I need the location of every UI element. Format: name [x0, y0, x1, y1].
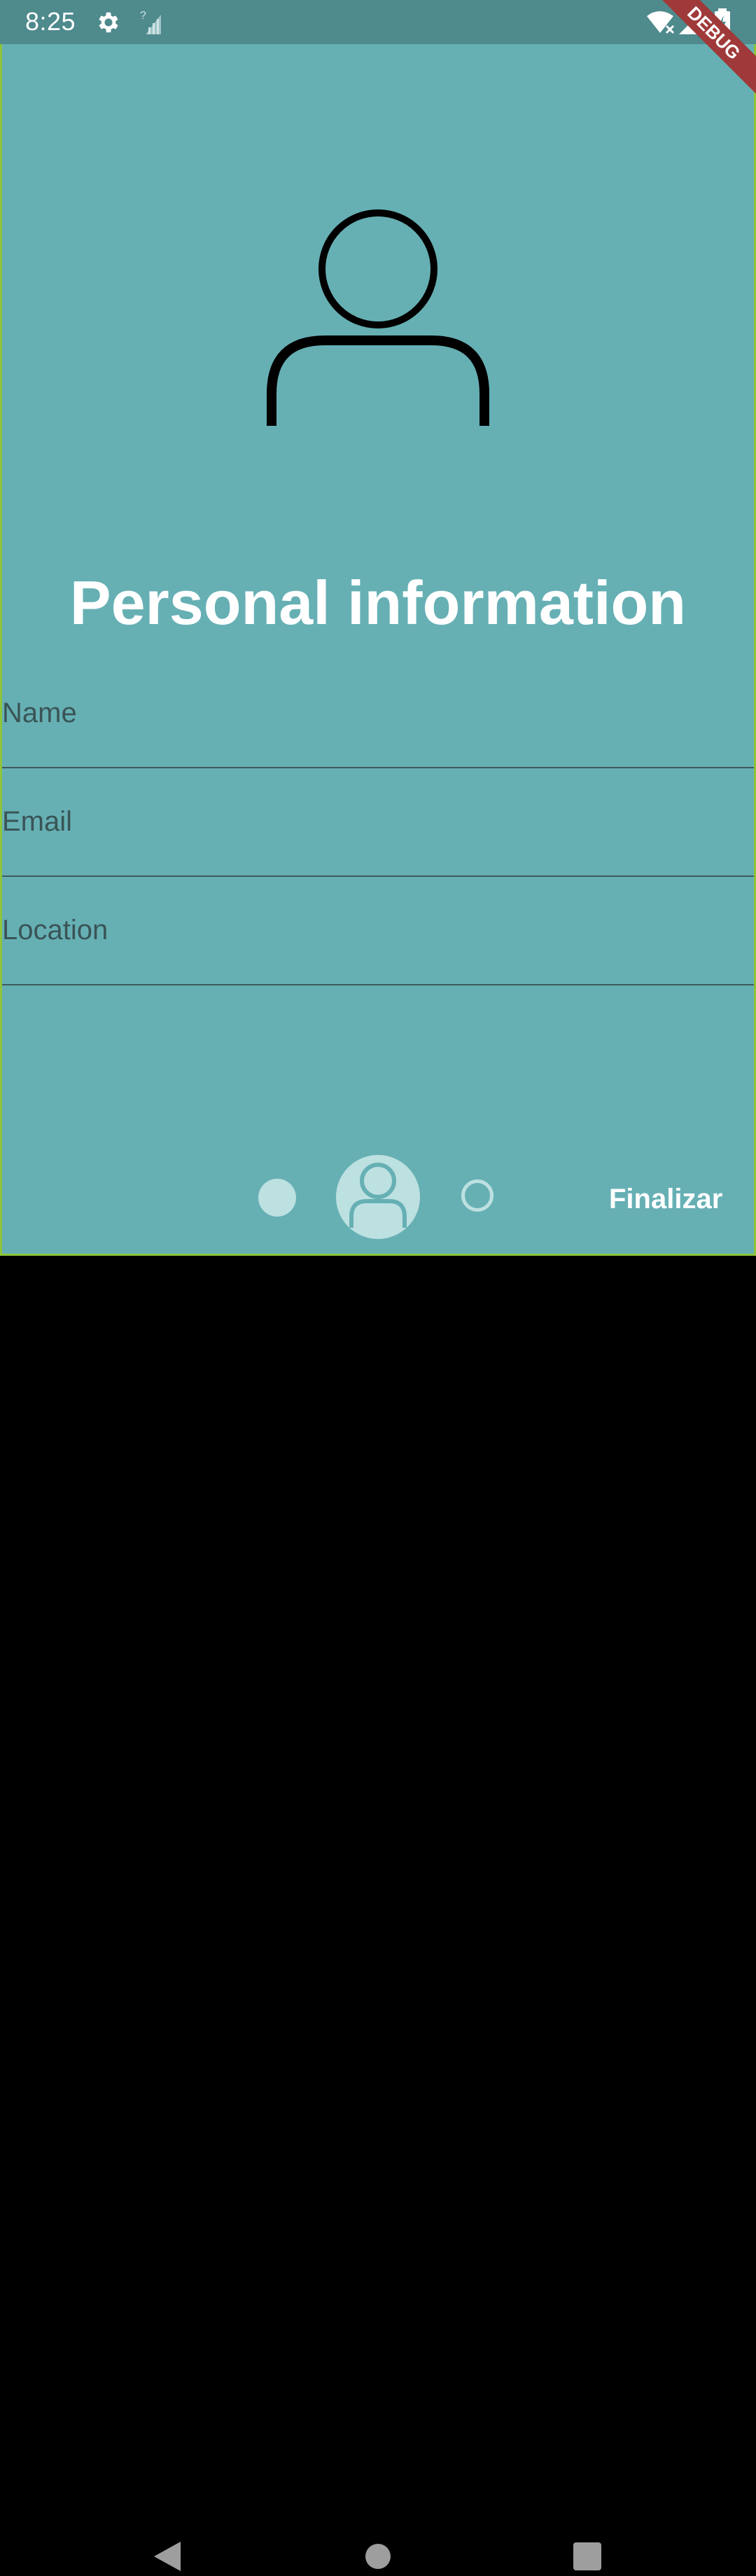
email-field[interactable]: Email [2, 767, 756, 877]
location-field[interactable]: Location [2, 875, 756, 985]
name-field[interactable]: Name [2, 658, 756, 768]
name-input[interactable] [2, 658, 756, 768]
finish-button[interactable]: Finalizar [609, 1184, 722, 1215]
home-button[interactable] [364, 2542, 392, 2574]
app-screen: 8:25 ? DEBUG Personal information Name E… [0, 0, 756, 1256]
page-indicator-3[interactable] [461, 1179, 493, 1212]
person-outline-icon [266, 207, 490, 431]
page-title: Personal information [69, 568, 687, 637]
recents-button[interactable] [573, 2542, 602, 2575]
system-nav-bar [0, 1256, 756, 2571]
location-input[interactable] [2, 875, 756, 985]
wifi-off-icon [645, 9, 676, 39]
page-indicator-1[interactable] [258, 1179, 296, 1217]
person-icon [349, 1163, 407, 1228]
signal-unknown-icon: ? [140, 9, 164, 39]
back-button[interactable] [153, 2540, 182, 2576]
status-bar: 8:25 ? [0, 0, 756, 44]
status-time: 8:25 [25, 7, 76, 36]
page-indicator-2-active[interactable] [336, 1155, 420, 1239]
settings-icon [95, 9, 122, 39]
email-input[interactable] [2, 767, 756, 877]
svg-text:?: ? [140, 10, 146, 22]
